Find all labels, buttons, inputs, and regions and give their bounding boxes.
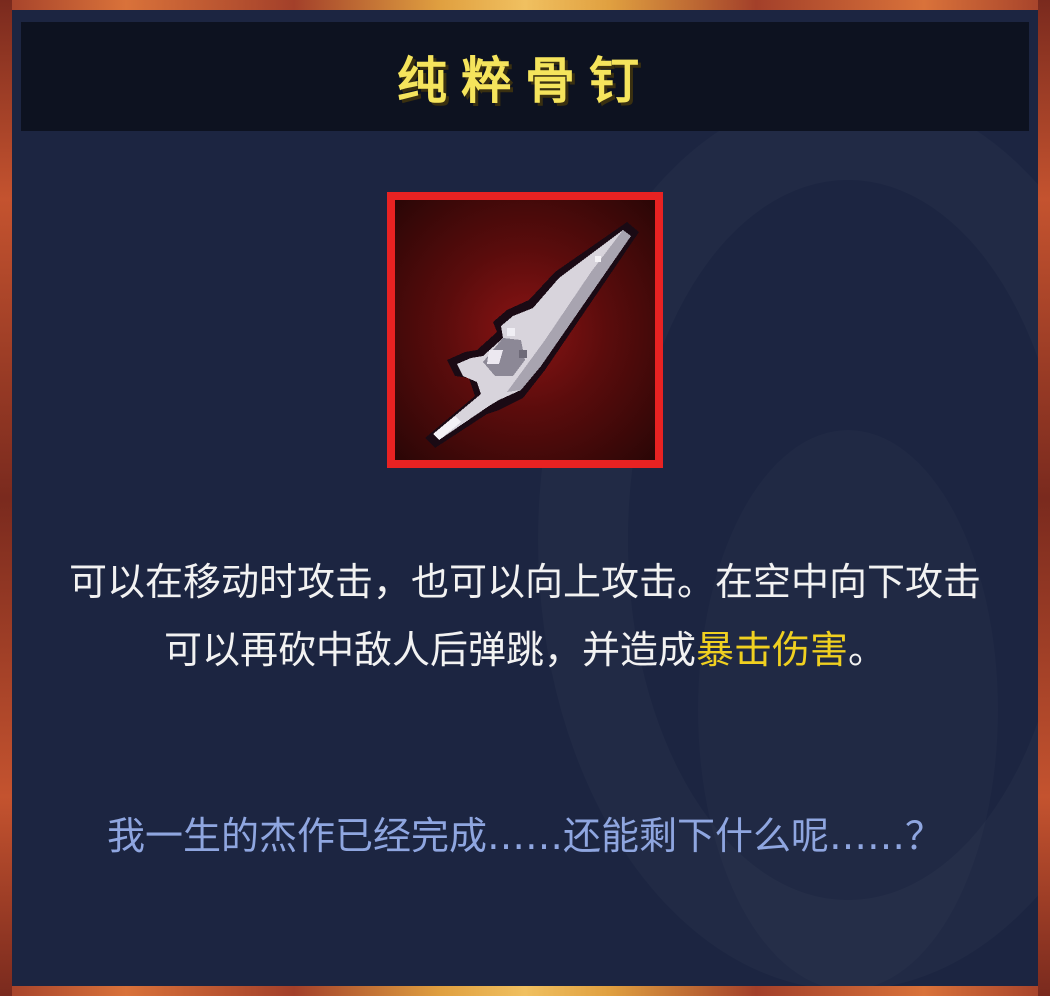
frame-left-border [0,0,12,996]
card-frame: 纯粹骨钉 可以在移动时攻击，也可以向上攻击。在空中向下攻击可以再砍中敌人后弹跳，… [0,0,1050,996]
item-panel: 纯粹骨钉 可以在移动时攻击，也可以向上攻击。在空中向下攻击可以再砍中敌人后弹跳，… [12,10,1038,986]
frame-right-border [1038,0,1050,996]
pure-nail-icon [425,222,639,448]
background-shape [698,430,998,986]
title-bar: 纯粹骨钉 [21,22,1029,131]
frame-bottom-border [0,986,1050,996]
item-description: 可以在移动时攻击，也可以向上攻击。在空中向下攻击可以再砍中敌人后弹跳，并造成暴击… [62,548,988,684]
critical-damage-keyword: 暴击伤害 [695,628,848,672]
frame-top-border [0,0,1050,10]
item-flavor-quote: 我一生的杰作已经完成……还能剩下什么呢……？ [106,814,943,858]
item-icon-frame [387,192,663,468]
item-title: 纯粹骨钉 [397,51,653,110]
description-end: 。 [848,628,887,672]
